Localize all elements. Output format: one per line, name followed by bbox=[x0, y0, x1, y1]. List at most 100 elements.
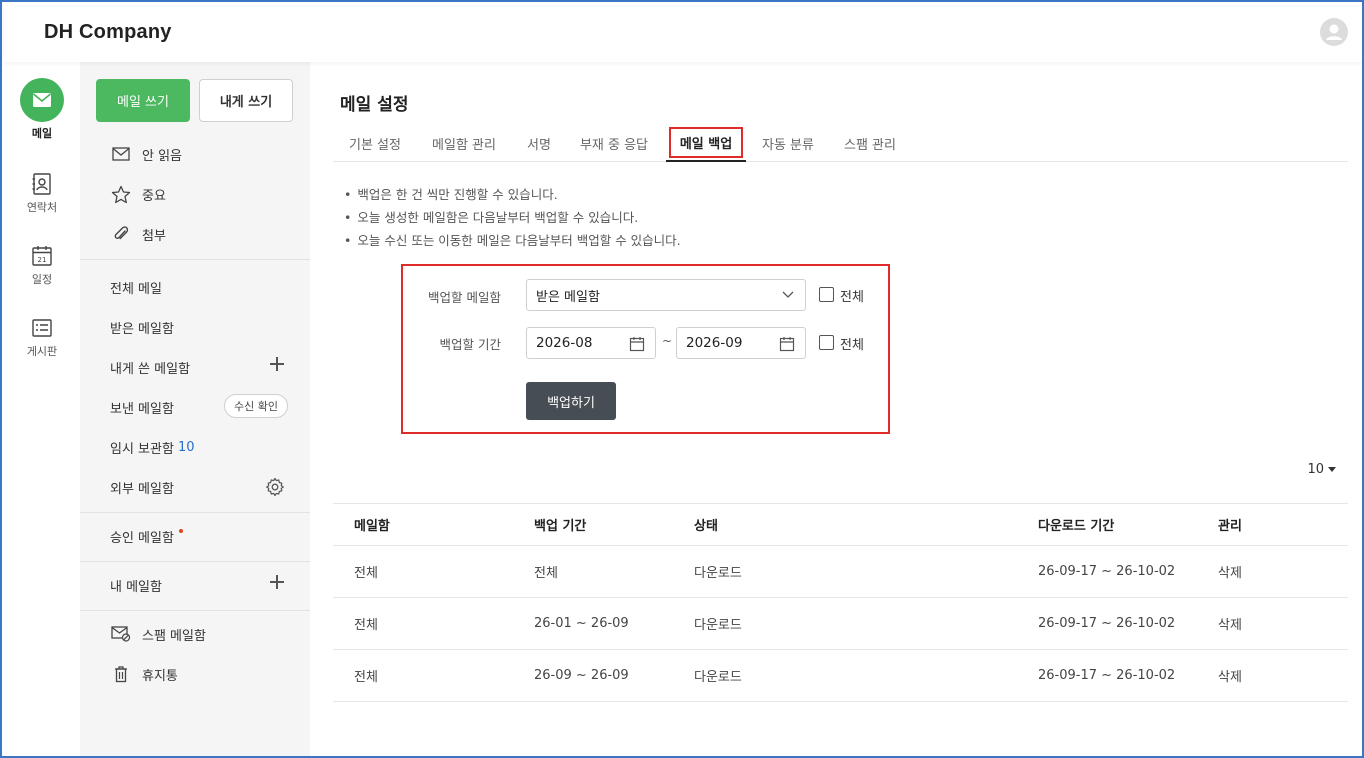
calendar-day: 21 bbox=[38, 256, 47, 264]
tab-mailbox-manage[interactable]: 메일함 관리 bbox=[429, 124, 499, 162]
all-mailbox-checkbox[interactable] bbox=[819, 287, 834, 302]
cell-download-period: 26-09-17 ~ 26-10-02 bbox=[1038, 564, 1176, 579]
tab-mail-backup[interactable]: 메일 백업 bbox=[666, 124, 746, 162]
delete-link[interactable]: 삭제 bbox=[1218, 598, 1242, 649]
sidebar-item-attachments[interactable]: 첨부 bbox=[80, 219, 310, 249]
sidebar-item-external[interactable]: 외부 메일함 bbox=[80, 472, 310, 502]
sidebar-item-label: 외부 메일함 bbox=[110, 481, 174, 497]
user-icon bbox=[1326, 24, 1342, 40]
sidebar-item-label: 중요 bbox=[142, 188, 166, 204]
download-link[interactable]: 다운로드 bbox=[694, 546, 742, 597]
gear-icon[interactable] bbox=[265, 477, 285, 501]
avatar[interactable] bbox=[1320, 18, 1348, 46]
header-manage: 관리 bbox=[1218, 519, 1242, 534]
envelope-icon bbox=[111, 144, 131, 164]
sidebar-item-sent[interactable]: 보낸 메일함 수신 확인 bbox=[80, 392, 310, 422]
table-header: 메일함 백업 기간 상태 다운로드 기간 관리 bbox=[333, 503, 1348, 546]
divider bbox=[80, 512, 310, 513]
cell-mailbox: 전체 bbox=[354, 670, 378, 685]
sidebar-item-my-mailbox[interactable]: 내 메일함 bbox=[80, 570, 310, 600]
calendar-icon[interactable] bbox=[629, 336, 645, 352]
end-month-input[interactable]: 2026-09 bbox=[676, 327, 806, 359]
rail-item-mail[interactable]: 메일 bbox=[4, 78, 80, 141]
header-status: 상태 bbox=[694, 519, 718, 534]
tab-signature[interactable]: 서명 bbox=[525, 124, 553, 162]
table-row: 전체 26-01 ~ 26-09 다운로드 26-09-17 ~ 26-10-0… bbox=[333, 598, 1348, 650]
divider bbox=[80, 259, 310, 260]
cell-download-period: 26-09-17 ~ 26-10-02 bbox=[1038, 668, 1176, 683]
table-row: 전체 전체 다운로드 26-09-17 ~ 26-10-02 삭제 bbox=[333, 546, 1348, 598]
cell-period: 26-09 ~ 26-09 bbox=[534, 668, 629, 683]
download-link[interactable]: 다운로드 bbox=[694, 650, 742, 701]
board-icon bbox=[32, 319, 52, 337]
add-icon[interactable] bbox=[270, 357, 284, 371]
cell-download-period: 26-09-17 ~ 26-10-02 bbox=[1038, 616, 1176, 631]
app-rail: 메일 연락처 21 일정 게시판 bbox=[4, 62, 80, 756]
header-mailbox: 메일함 bbox=[354, 519, 390, 534]
read-receipt-button[interactable]: 수신 확인 bbox=[224, 394, 288, 418]
note: 오늘 수신 또는 이동한 메일은 다음날부터 백업할 수 있습니다. bbox=[344, 229, 680, 252]
delete-link[interactable]: 삭제 bbox=[1218, 546, 1242, 597]
page-size-select[interactable]: 10 bbox=[1307, 462, 1336, 477]
tab-basic[interactable]: 기본 설정 bbox=[347, 124, 403, 162]
download-link[interactable]: 다운로드 bbox=[694, 598, 742, 649]
sidebar-item-spam[interactable]: 스팸 메일함 bbox=[80, 619, 310, 649]
header-download-period: 다운로드 기간 bbox=[1038, 519, 1115, 534]
page-title: 메일 설정 bbox=[340, 95, 409, 115]
select-value: 받은 메일함 bbox=[536, 289, 600, 305]
divider bbox=[80, 610, 310, 611]
date-value: 2026-09 bbox=[686, 335, 743, 351]
note: 백업은 한 건 씩만 진행할 수 있습니다. bbox=[344, 183, 681, 206]
divider bbox=[80, 561, 310, 562]
tab-auto-sort[interactable]: 자동 분류 bbox=[760, 124, 816, 162]
rail-item-calendar[interactable]: 21 일정 bbox=[4, 244, 80, 287]
mailbox-select[interactable]: 받은 메일함 bbox=[526, 279, 806, 311]
sidebar-item-label: 스팸 메일함 bbox=[142, 628, 206, 644]
backup-button[interactable]: 백업하기 bbox=[526, 382, 616, 420]
caret-down-icon bbox=[1328, 467, 1336, 472]
sidebar-item-unread[interactable]: 안 읽음 bbox=[80, 139, 310, 169]
sidebar-item-label: 안 읽음 bbox=[142, 148, 183, 164]
sidebar-item-label: 보낸 메일함 bbox=[110, 401, 174, 417]
spam-mail-icon bbox=[111, 624, 131, 644]
write-to-self-button[interactable]: 내게 쓰기 bbox=[199, 79, 293, 122]
star-icon bbox=[111, 184, 131, 204]
date-value: 2026-08 bbox=[536, 335, 593, 351]
sidebar-item-label: 내게 쓴 메일함 bbox=[110, 361, 191, 377]
calendar-icon[interactable] bbox=[779, 336, 795, 352]
range-separator: ~ bbox=[662, 334, 673, 348]
sidebar-item-label: 첨부 bbox=[142, 228, 166, 244]
calendar-icon: 21 bbox=[32, 246, 52, 266]
sidebar-item-label: 임시 보관함 bbox=[110, 441, 174, 457]
sidebar-item-label: 휴지통 bbox=[142, 668, 178, 684]
write-mail-button[interactable]: 메일 쓰기 bbox=[96, 79, 190, 122]
note: 오늘 생성한 메일함은 다음날부터 백업할 수 있습니다. bbox=[344, 206, 681, 229]
paperclip-icon bbox=[111, 224, 131, 244]
sidebar-item-label: 전체 메일 bbox=[110, 281, 162, 297]
table-row: 전체 26-09 ~ 26-09 다운로드 26-09-17 ~ 26-10-0… bbox=[333, 650, 1348, 702]
start-month-input[interactable]: 2026-08 bbox=[526, 327, 656, 359]
tab-spam-manage[interactable]: 스팸 관리 bbox=[842, 124, 898, 162]
sidebar-item-all-mail[interactable]: 전체 메일 bbox=[80, 272, 310, 302]
backup-table: 메일함 백업 기간 상태 다운로드 기간 관리 전체 전체 다운로드 26-09… bbox=[333, 503, 1348, 702]
sidebar-item-important[interactable]: 중요 bbox=[80, 179, 310, 209]
mail-icon bbox=[20, 78, 64, 122]
contacts-icon bbox=[32, 173, 51, 195]
tab-auto-reply[interactable]: 부재 중 응답 bbox=[578, 124, 650, 162]
rail-item-board[interactable]: 게시판 bbox=[4, 316, 80, 359]
sidebar-item-drafts[interactable]: 임시 보관함 10 bbox=[80, 432, 310, 462]
cell-period: 26-01 ~ 26-09 bbox=[534, 616, 629, 631]
sidebar-item-trash[interactable]: 휴지통 bbox=[80, 659, 310, 689]
page-size-value: 10 bbox=[1307, 462, 1324, 477]
all-period-checkbox[interactable] bbox=[819, 335, 834, 350]
sidebar-item-inbox[interactable]: 받은 메일함 bbox=[80, 312, 310, 342]
sidebar-item-approval[interactable]: 승인 메일함 bbox=[80, 521, 310, 551]
rail-label: 메일 bbox=[31, 127, 53, 140]
rail-item-contacts[interactable]: 연락처 bbox=[4, 172, 80, 215]
cell-mailbox: 전체 bbox=[354, 566, 378, 581]
add-icon[interactable] bbox=[270, 575, 284, 589]
delete-link[interactable]: 삭제 bbox=[1218, 650, 1242, 701]
sidebar-item-label: 내 메일함 bbox=[110, 579, 162, 595]
cell-mailbox: 전체 bbox=[354, 618, 378, 633]
sidebar-item-self-mail[interactable]: 내게 쓴 메일함 bbox=[80, 352, 310, 382]
